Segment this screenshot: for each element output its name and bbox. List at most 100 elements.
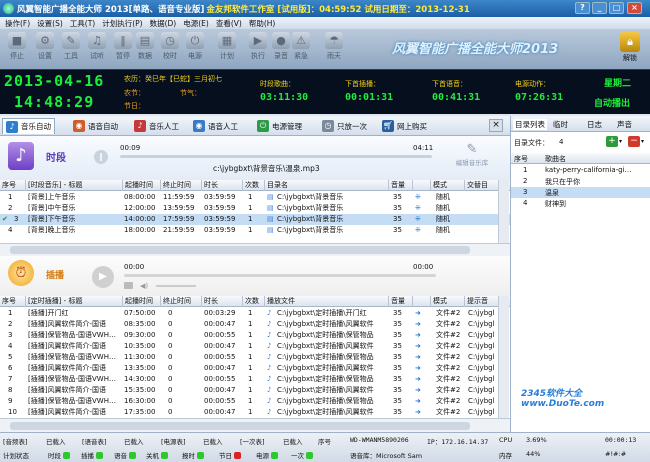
countdown-power: 07:26:31	[515, 92, 564, 103]
execute-icon: ▶	[249, 32, 267, 49]
close-icon[interactable]: ×	[627, 2, 642, 14]
table-row[interactable]: 2 [插播]风翼软件简介-国语 08:35:00 0 00:00:47 1 C:\jybgb…	[0, 319, 510, 330]
scrollbar-thumb[interactable]	[10, 422, 470, 430]
close-panel-button[interactable]: ×	[489, 119, 503, 132]
minimize-icon[interactable]: _	[592, 2, 607, 14]
arrow-right-icon: ➜	[415, 375, 421, 383]
unlock-button[interactable]: 🔒︎ 解锁	[615, 31, 645, 67]
insert-progress-bar[interactable]	[124, 274, 436, 277]
listen-icon: ♫	[88, 32, 106, 49]
music-file-icon: ♪	[267, 375, 272, 383]
arrow-right-icon: ➜	[415, 386, 421, 394]
help-icon[interactable]: ?	[575, 2, 590, 14]
menu-item-view[interactable]: 查看(V)	[216, 18, 242, 29]
plan-button[interactable]: ▦ 计划	[214, 31, 240, 65]
playlist-item[interactable]: 4 财神到	[511, 198, 650, 209]
settings-icon: ⚙	[36, 32, 54, 49]
tab-music-manual[interactable]: ♪ 音乐人工	[134, 118, 179, 134]
tab-music-auto[interactable]: ♪ 音乐自动	[2, 118, 55, 134]
tab-buy-online[interactable]: 🛒︎ 网上购买	[382, 118, 427, 134]
arrow-right-icon: ➜	[415, 353, 421, 361]
playlist-header: 序号 歌曲名	[511, 153, 650, 164]
menu-item-data[interactable]: 数据(D)	[150, 18, 177, 29]
music-icon: ♪	[6, 120, 18, 133]
scrollbar[interactable]	[498, 296, 509, 418]
tools-button[interactable]: ✎ 工具	[58, 31, 84, 65]
pause-button[interactable]: ‖	[94, 150, 108, 164]
tab-sound[interactable]: 声音	[617, 119, 632, 130]
power-icon: ⏻	[257, 120, 269, 132]
stop-button[interactable]: ■ 停止	[4, 31, 30, 65]
table-row[interactable]: 6 [插播]风翼软件简介-国语 13:35:00 0 00:00:47 1 C:\jybgb…	[0, 363, 510, 374]
horizontal-scrollbar[interactable]	[0, 243, 510, 256]
table-row[interactable]: 8 [插播]风翼软件简介-国语 15:35:00 0 00:00:47 1 C:\jybgb…	[0, 385, 510, 396]
playlist-item[interactable]: 2 我只在乎你	[511, 176, 650, 187]
listen-button[interactable]: ♫ 试听	[84, 31, 110, 65]
music-file-icon: ♪	[267, 342, 272, 350]
play-button[interactable]: ▶	[92, 266, 114, 288]
arrow-right-icon: ➜	[415, 408, 421, 416]
playlist-item-selected[interactable]: 3 温泉	[511, 187, 650, 198]
tab-directory-list[interactable]: 目录列表	[513, 119, 547, 130]
tab-log[interactable]: 日志	[587, 119, 602, 130]
table-row[interactable]: 3 [插播]保管物品-国语VWH… 09:30:00 0 00:00:55 1 C:\jyb…	[0, 330, 510, 341]
menu-item-settings[interactable]: 设置(S)	[37, 18, 63, 29]
table-row[interactable]: 5 [插播]保管物品-国语VWH… 11:30:00 0 00:00:55 1 C:\jyb…	[0, 352, 510, 363]
emergency-button[interactable]: ⚠ 紧急	[288, 31, 314, 65]
shuffle-icon: ⁜	[415, 204, 421, 212]
menu-item-help[interactable]: 帮助(H)	[249, 18, 276, 29]
table-row[interactable]: 1 [背景]上午音乐 08:00:00 11:59:59 03:59:59 1 …	[0, 192, 510, 203]
arrow-right-icon: ➜	[415, 364, 421, 372]
maximize-icon[interactable]: □	[609, 2, 624, 14]
music-file-icon: ♪	[267, 331, 272, 339]
database-icon: ▤	[136, 32, 154, 49]
tab-voice-auto[interactable]: ◉ 语音自动	[73, 118, 118, 134]
sync-time-button[interactable]: ◷ 校时	[157, 31, 183, 65]
scrollbar[interactable]	[498, 180, 509, 243]
countdown-music: 03:11:30	[260, 92, 309, 103]
menu-item-plan[interactable]: 计划执行(P)	[102, 18, 142, 29]
volume-icon[interactable]: ◀)	[140, 282, 148, 290]
remove-icon[interactable]: −	[628, 136, 640, 147]
menu-item-power[interactable]: 电源(E)	[183, 18, 209, 29]
table-row-selected[interactable]: ✔ 3 [背景]下午音乐 14:00:00 17:59:59 03:59:59 …	[0, 214, 510, 225]
table-row[interactable]: 4 [插播]风翼软件简介-国语 10:35:00 0 00:00:47 1 C:\jybgb…	[0, 341, 510, 352]
playlist-item[interactable]: 1 katy-perry-california-gi…	[511, 165, 650, 176]
pause-icon: ‖	[114, 32, 132, 49]
countdown-label-voice: 下首语音：	[432, 80, 467, 88]
menu-item-operate[interactable]: 操作(F)	[5, 18, 30, 29]
rain-button[interactable]: ☂ 雨天	[321, 31, 347, 65]
menu-item-tools[interactable]: 工具(T)	[70, 18, 95, 29]
tab-play-once[interactable]: ◷ 只放一次	[322, 118, 367, 134]
progress-bar[interactable]	[120, 155, 432, 158]
data-button[interactable]: ▤ 数据	[132, 31, 158, 65]
horizontal-scrollbar[interactable]	[0, 418, 510, 432]
chevron-down-icon[interactable]: ▾	[641, 136, 648, 147]
edit-library-button[interactable]: ✎ 编辑音乐库	[449, 142, 495, 174]
table-row[interactable]: 7 [插播]保管物品-国语VWH… 14:30:00 0 00:00:55 1 C:\jyb…	[0, 374, 510, 385]
status-indicator	[306, 452, 313, 459]
alarm-clock-icon: ⏰︎	[8, 260, 34, 286]
add-icon[interactable]: +	[606, 136, 618, 147]
table-row[interactable]: 10 [插播]风翼软件简介-国语 17:35:00 0 00:00:47 1 C:\jybg…	[0, 407, 510, 418]
power-button[interactable]: ⏻ 电源	[182, 31, 208, 65]
volume-slider[interactable]	[156, 285, 196, 287]
status-indicator	[161, 452, 168, 459]
check-icon: ✔	[2, 215, 8, 223]
tab-voice-manual[interactable]: ◉ 语音人工	[193, 118, 238, 134]
settings-button[interactable]: ⚙ 设置	[32, 31, 58, 65]
table-row[interactable]: 2 [背景]中午音乐 12:00:00 13:59:59 03:59:59 1 …	[0, 203, 510, 214]
scrollbar-thumb[interactable]	[10, 246, 470, 254]
table-row[interactable]: 1 [插播]开门红 07:50:00 0 00:03:29 1 C:\jybgbxt\定时插…	[0, 308, 510, 319]
tab-power-management[interactable]: ⏻ 电源管理	[257, 118, 302, 134]
table-row[interactable]: 9 [插播]保管物品-国语VWH… 16:30:00 0 00:00:55 1 C:\jyb…	[0, 396, 510, 407]
table-row[interactable]: 4 [背景]晚上音乐 18:00:00 21:59:59 03:59:59 1 …	[0, 225, 510, 236]
insert-player: ⏰︎ 插播 ▶ 00:00 00:00 ◀)	[0, 256, 510, 296]
music-file-icon: ♪	[267, 408, 272, 416]
arrow-right-icon: ➜	[415, 397, 421, 405]
insert-schedule-table: 序号 [定时插播] - 标题 起播时间 终止时间 时长 次数 播放文件 音量 模…	[0, 296, 510, 418]
voice-library: 语音库：Microsoft Sam	[350, 452, 423, 460]
stop-icon[interactable]	[124, 282, 133, 289]
chevron-down-icon[interactable]: ▾	[619, 136, 626, 147]
tab-temporary[interactable]: 临时	[553, 119, 568, 130]
